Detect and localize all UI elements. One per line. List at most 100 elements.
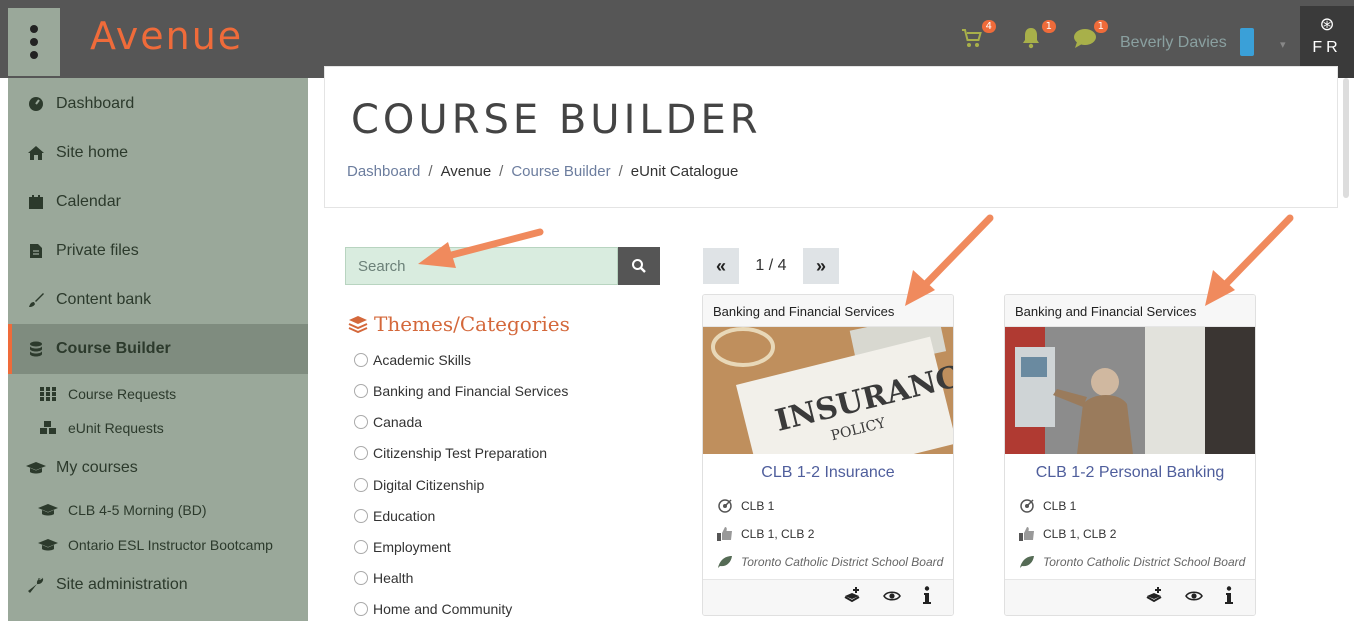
prev-page-button[interactable]: « [703, 248, 739, 284]
eunit-card[interactable]: Banking and Financial Services CLB 1-2 P… [1004, 294, 1256, 616]
leaf-icon [715, 555, 735, 569]
radio-button[interactable] [354, 509, 368, 523]
search-button[interactable] [618, 247, 660, 285]
sidebar-item-course-builder[interactable]: Course Builder [8, 324, 308, 374]
kebab-menu-icon [30, 25, 38, 59]
sidebar-item-ontario-esl-bootcamp[interactable]: Ontario ESL Instructor Bootcamp [8, 531, 308, 559]
cart-button[interactable]: 4 [960, 20, 996, 54]
card-category: Banking and Financial Services [703, 295, 953, 327]
sidebar-item-eunit-requests[interactable]: eUnit Requests [8, 414, 308, 442]
thumbs-up-icon [1017, 527, 1037, 541]
notifications-button[interactable]: 1 [1020, 20, 1056, 54]
avatar[interactable] [1240, 28, 1254, 56]
search-bar [345, 247, 660, 285]
categories-title: Themes/Categories [374, 312, 570, 336]
user-name[interactable]: Beverly Davies [1120, 34, 1227, 52]
category-digital-citizenship[interactable]: Digital Citizenship [354, 477, 484, 493]
breadcrumb-avenue[interactable]: Avenue [441, 163, 492, 180]
globe-icon: ⊛ [1319, 14, 1335, 34]
category-employment[interactable]: Employment [354, 539, 451, 555]
category-canada[interactable]: Canada [354, 414, 422, 430]
card-actions [703, 579, 953, 615]
card-title[interactable]: CLB 1-2 Insurance [703, 464, 953, 482]
category-citizenship-test[interactable]: Citizenship Test Preparation [354, 445, 547, 461]
home-icon [26, 145, 46, 161]
search-input[interactable] [345, 247, 618, 285]
card-levels: CLB 1, CLB 2 [703, 524, 953, 544]
sidebar-item-private-files[interactable]: Private files [8, 235, 308, 267]
messages-button[interactable]: 1 [1072, 20, 1108, 54]
eunit-card[interactable]: Banking and Financial Services INSURANCE… [702, 294, 954, 616]
sidebar-item-content-bank[interactable]: Content bank [8, 284, 308, 316]
sidebar-item-label: Course Requests [68, 386, 177, 402]
categories-heading: Themes/Categories [348, 312, 570, 336]
sidebar-item-label: Site home [56, 144, 129, 161]
card-level: CLB 1 [1005, 496, 1255, 516]
category-health[interactable]: Health [354, 570, 413, 586]
sidebar-item-my-courses[interactable]: My courses [8, 452, 308, 484]
card-title[interactable]: CLB 1-2 Personal Banking [1005, 464, 1255, 482]
sidebar-item-course-requests[interactable]: Course Requests [8, 380, 308, 408]
card-level-text: CLB 1 [741, 499, 775, 513]
info-icon[interactable] [923, 586, 931, 609]
card-levels-text: CLB 1, CLB 2 [1043, 527, 1117, 541]
sidebar-item-label: Private files [56, 242, 139, 259]
category-label: Home and Community [373, 601, 513, 617]
pagination: « 1 / 4 » [703, 248, 839, 284]
add-layer-icon[interactable] [1145, 587, 1163, 608]
notifications-badge: 1 [1041, 20, 1056, 33]
grid-icon [38, 387, 58, 401]
messages-badge: 1 [1093, 20, 1108, 33]
sidebar-item-site-home[interactable]: Site home [8, 137, 308, 169]
sidebar-item-calendar[interactable]: Calendar [8, 186, 308, 218]
radio-button[interactable] [354, 446, 368, 460]
sidebar-item-label: Site administration [56, 576, 188, 593]
chevron-down-icon[interactable]: ▾ [1280, 38, 1286, 51]
breadcrumb: Dashboard / Avenue / Course Builder / eUnit Ca… [347, 163, 739, 180]
sidebar-item-dashboard[interactable]: Dashboard [8, 88, 308, 120]
radio-button[interactable] [354, 384, 368, 398]
eye-icon[interactable] [1185, 589, 1203, 607]
category-label: Digital Citizenship [373, 477, 485, 493]
radio-button[interactable] [354, 478, 368, 492]
card-organization: Toronto Catholic District School Board [703, 552, 953, 572]
breadcrumb-dashboard[interactable]: Dashboard [347, 163, 420, 180]
category-label: Banking and Financial Services [373, 383, 569, 399]
radio-button[interactable] [354, 571, 368, 585]
card-image-insurance[interactable]: INSURANCE POLICY [703, 327, 953, 454]
radio-button[interactable] [354, 353, 368, 367]
radio-button[interactable] [354, 602, 368, 616]
thumbs-up-icon [715, 527, 735, 541]
card-organization-text: Toronto Catholic District School Board [1043, 555, 1246, 569]
category-label: Canada [373, 414, 423, 430]
category-home-community[interactable]: Home and Community [354, 601, 512, 617]
menu-toggle-button[interactable] [8, 8, 60, 76]
eye-icon[interactable] [883, 589, 901, 607]
graduation-cap-icon [38, 538, 58, 552]
sidebar-item-label: Content bank [56, 291, 152, 308]
category-banking-financial[interactable]: Banking and Financial Services [354, 383, 568, 399]
category-academic-skills[interactable]: Academic Skills [354, 352, 471, 368]
breadcrumb-course-builder[interactable]: Course Builder [511, 163, 610, 180]
category-education[interactable]: Education [354, 508, 435, 524]
file-icon [26, 243, 46, 259]
category-label: Citizenship Test Preparation [373, 445, 548, 461]
sidebar-item-site-administration[interactable]: Site administration [8, 569, 308, 601]
radio-button[interactable] [354, 415, 368, 429]
next-page-button[interactable]: » [803, 248, 839, 284]
card-level-text: CLB 1 [1043, 499, 1077, 513]
add-layer-icon[interactable] [843, 587, 861, 608]
radio-button[interactable] [354, 540, 368, 554]
info-icon[interactable] [1225, 586, 1233, 609]
graduation-cap-icon [38, 503, 58, 517]
wrench-icon [26, 576, 46, 594]
category-label: Education [373, 508, 436, 524]
database-icon [26, 341, 46, 357]
card-image-personal-banking[interactable] [1005, 327, 1255, 454]
scrollbar[interactable] [1343, 78, 1349, 198]
sidebar-item-clb-4-5-morning[interactable]: CLB 4-5 Morning (BD) [8, 496, 308, 524]
category-label: Health [373, 570, 414, 586]
site-logo[interactable]: Avenue [90, 14, 243, 58]
sidebar-item-label: My courses [56, 459, 138, 476]
card-category: Banking and Financial Services [1005, 295, 1255, 327]
